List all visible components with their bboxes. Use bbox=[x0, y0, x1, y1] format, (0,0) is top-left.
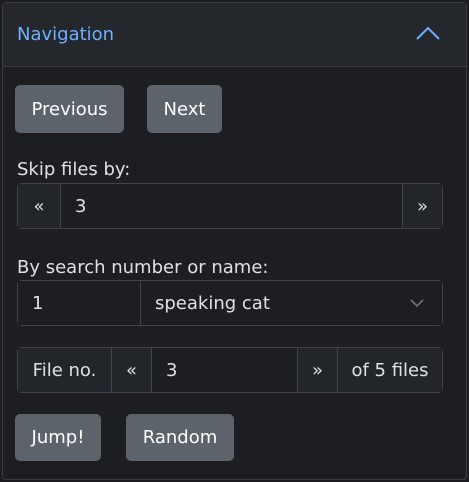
previous-button[interactable]: Previous bbox=[15, 85, 124, 133]
panel-title: Navigation bbox=[17, 24, 115, 45]
chevron-down-icon bbox=[410, 299, 424, 308]
jump-button[interactable]: Jump! bbox=[15, 414, 101, 461]
skip-files-label: Skip files by: bbox=[17, 159, 131, 180]
navigation-panel: Navigation Previous Next Skip files by: … bbox=[2, 2, 467, 480]
next-button[interactable]: Next bbox=[147, 85, 222, 133]
file-number-input[interactable]: 3 bbox=[151, 348, 297, 392]
skip-decrement-button[interactable]: « bbox=[18, 184, 60, 228]
skip-count-input[interactable]: 3 bbox=[60, 184, 402, 228]
search-label: By search number or name: bbox=[17, 257, 269, 278]
chevron-up-icon[interactable] bbox=[415, 25, 441, 41]
file-number-group: File no. « 3 » of 5 files bbox=[17, 347, 443, 393]
file-no-label: File no. bbox=[18, 348, 111, 392]
skip-increment-button[interactable]: » bbox=[402, 184, 442, 228]
search-name-value: speaking cat bbox=[155, 292, 270, 314]
search-group: 1 speaking cat bbox=[17, 280, 443, 326]
file-increment-button[interactable]: » bbox=[297, 348, 337, 392]
random-button[interactable]: Random bbox=[126, 414, 234, 461]
file-total-label: of 5 files bbox=[337, 348, 442, 392]
file-decrement-button[interactable]: « bbox=[111, 348, 151, 392]
search-number-input[interactable]: 1 bbox=[18, 281, 140, 325]
skip-files-group: « 3 » bbox=[17, 183, 443, 229]
search-name-select[interactable]: speaking cat bbox=[140, 281, 442, 325]
panel-header[interactable]: Navigation bbox=[3, 3, 466, 67]
